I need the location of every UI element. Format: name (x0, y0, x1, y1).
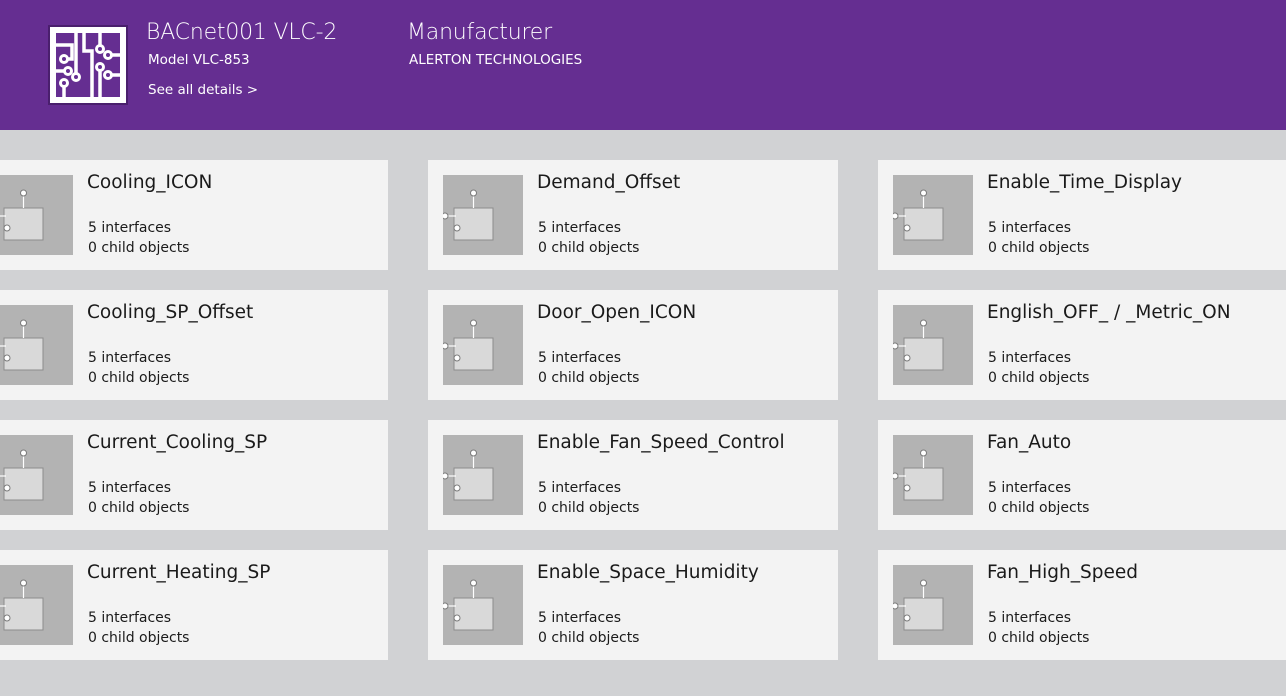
child-objects-count: 0 child objects (988, 240, 1090, 256)
child-objects-count: 0 child objects (538, 370, 640, 386)
module-node-icon (443, 565, 523, 645)
child-objects-count: 0 child objects (538, 500, 640, 516)
object-name: Enable_Fan_Speed_Control (537, 432, 785, 453)
module-node-icon (443, 305, 523, 385)
module-node-icon (893, 565, 973, 645)
interfaces-count: 5 interfaces (88, 220, 172, 236)
module-node-icon (443, 435, 523, 515)
module-node-icon (893, 435, 973, 515)
interfaces-count: 5 interfaces (538, 610, 622, 626)
object-tile[interactable]: Current_Cooling_SP 5 interfaces 0 child ob… (0, 420, 388, 530)
module-node-icon (893, 175, 973, 255)
module-node-icon (0, 175, 73, 255)
module-node-icon (0, 435, 73, 515)
device-header: BACnet001 VLC-2 Model VLC-853 See all de… (0, 0, 1286, 130)
interfaces-count: 5 interfaces (88, 350, 172, 366)
object-name: Fan_Auto (987, 432, 1072, 453)
interfaces-count: 5 interfaces (988, 480, 1072, 496)
object-tile[interactable]: Cooling_SP_Offset 5 interfaces 0 child obj… (0, 290, 388, 400)
interfaces-count: 5 interfaces (988, 350, 1072, 366)
object-name: Demand_Offset (537, 172, 681, 193)
see-all-details-link[interactable]: See all details > (148, 82, 258, 98)
interfaces-count: 5 interfaces (538, 350, 622, 366)
manufacturer-value: ALERTON TECHNOLOGIES (409, 52, 583, 68)
module-node-icon (0, 565, 73, 645)
object-name: Current_Heating_SP (87, 562, 271, 583)
interfaces-count: 5 interfaces (88, 480, 172, 496)
module-node-icon (0, 305, 73, 385)
interfaces-count: 5 interfaces (88, 610, 172, 626)
child-objects-count: 0 child objects (988, 370, 1090, 386)
module-node-icon (893, 305, 973, 385)
interfaces-count: 5 interfaces (988, 220, 1072, 236)
interfaces-count: 5 interfaces (538, 480, 622, 496)
module-node-icon (443, 175, 523, 255)
object-tile[interactable]: Door_Open_ICON 5 interfaces 0 child object… (428, 290, 838, 400)
manufacturer-heading: Manufacturer (407, 20, 552, 45)
object-tile[interactable]: Fan_Auto 5 interfaces 0 child objects (878, 420, 1286, 530)
object-tile[interactable]: Fan_High_Speed 5 interfaces 0 child object… (878, 550, 1286, 660)
child-objects-count: 0 child objects (88, 500, 190, 516)
child-objects-count: 0 child objects (988, 500, 1090, 516)
object-name: Fan_High_Speed (987, 562, 1139, 583)
object-grid: Cooling_ICON 5 interfaces 0 child objects D… (0, 130, 1286, 696)
object-tile[interactable]: Enable_Fan_Speed_Control 5 interfaces 0 ch… (428, 420, 838, 530)
object-name: Current_Cooling_SP (87, 432, 268, 453)
object-tile[interactable]: English_OFF_ / _Metric_ON 5 interfaces 0 c… (878, 290, 1286, 400)
object-name: Door_Open_ICON (537, 302, 697, 323)
child-objects-count: 0 child objects (88, 630, 190, 646)
circuit-board-icon (48, 25, 128, 105)
device-model: Model VLC-853 (148, 52, 250, 68)
object-tile[interactable]: Demand_Offset 5 interfaces 0 child objects (428, 160, 838, 270)
interfaces-count: 5 interfaces (988, 610, 1072, 626)
child-objects-count: 0 child objects (538, 630, 640, 646)
object-name: Cooling_ICON (87, 172, 213, 193)
device-name: BACnet001 VLC-2 (146, 20, 338, 45)
object-tile[interactable]: Enable_Space_Humidity 5 interfaces 0 child… (428, 550, 838, 660)
interfaces-count: 5 interfaces (538, 220, 622, 236)
object-name: Cooling_SP_Offset (87, 302, 254, 323)
child-objects-count: 0 child objects (538, 240, 640, 256)
object-name: Enable_Space_Humidity (537, 562, 759, 583)
object-tile[interactable]: Current_Heating_SP 5 interfaces 0 child ob… (0, 550, 388, 660)
object-name: Enable_Time_Display (987, 172, 1182, 193)
object-tile[interactable]: Enable_Time_Display 5 interfaces 0 child o… (878, 160, 1286, 270)
object-name: English_OFF_ / _Metric_ON (987, 302, 1231, 323)
object-tile[interactable]: Cooling_ICON 5 interfaces 0 child objects (0, 160, 388, 270)
child-objects-count: 0 child objects (88, 240, 190, 256)
child-objects-count: 0 child objects (88, 370, 190, 386)
child-objects-count: 0 child objects (988, 630, 1090, 646)
